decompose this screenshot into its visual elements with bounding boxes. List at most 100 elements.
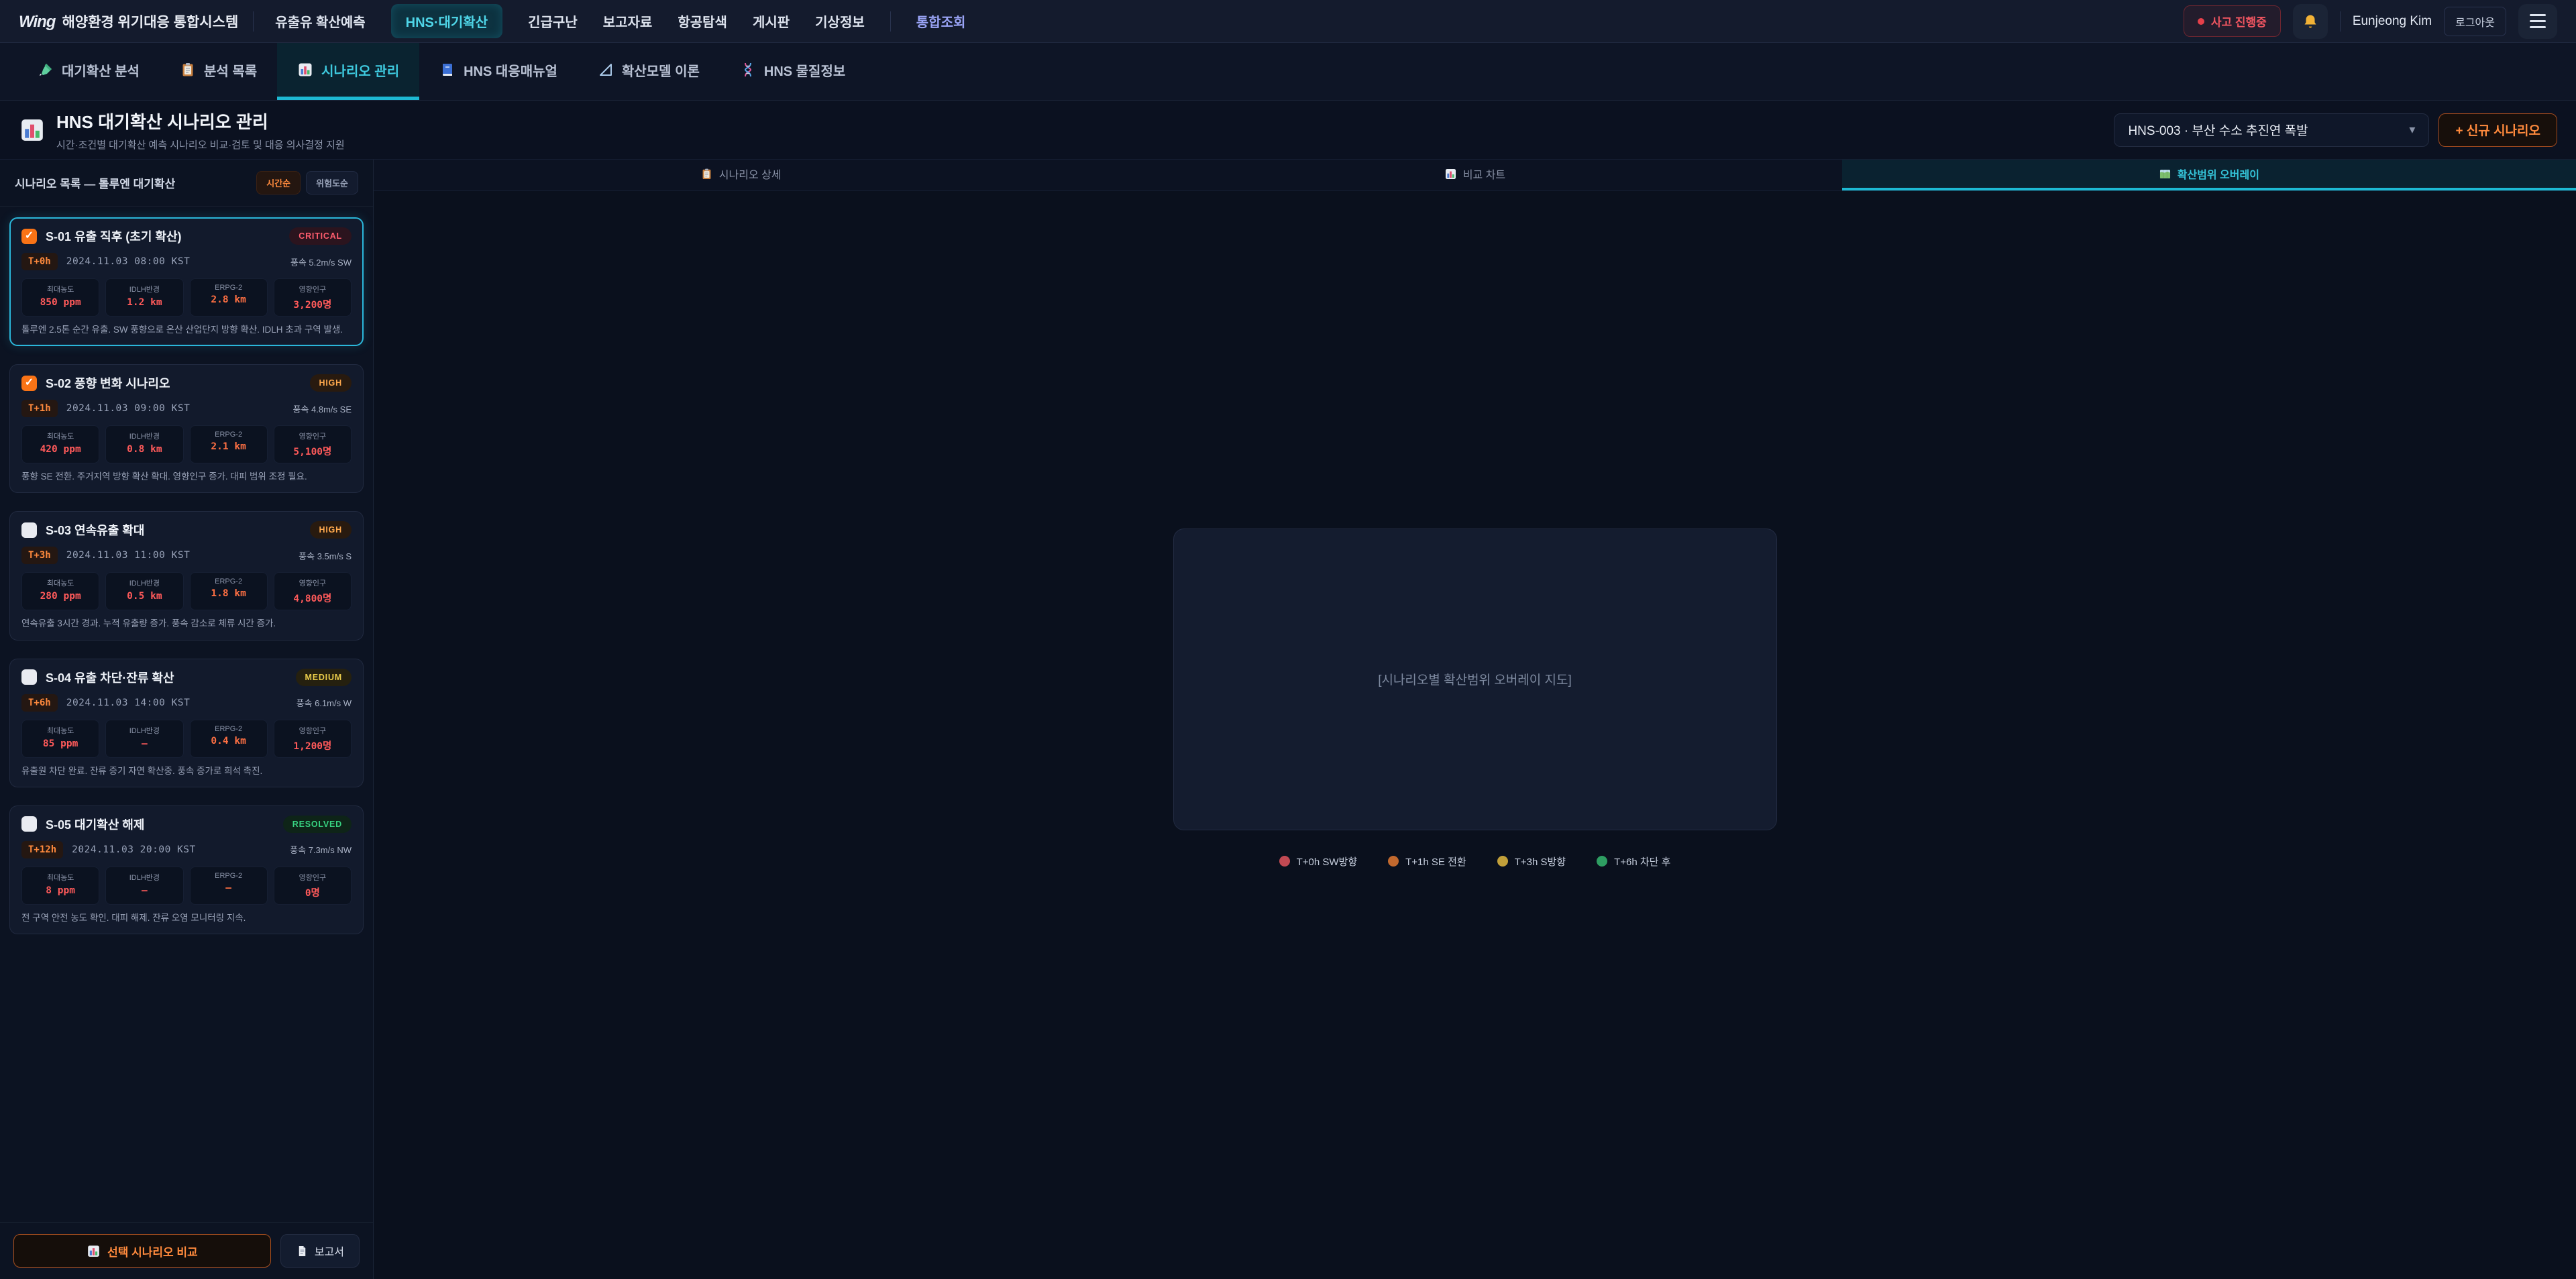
legend-dot [1279, 856, 1290, 867]
nav-item-weather[interactable]: 기상정보 [815, 11, 865, 31]
book-icon [439, 62, 455, 78]
stat-affected-population: 영향인구3,200명 [274, 278, 352, 317]
notifications-button[interactable] [2293, 4, 2328, 39]
hamburger-menu-button[interactable] [2518, 4, 2557, 39]
logo-nav-divider [253, 11, 254, 32]
scenario-title: S-01 유출 직후 (초기 확산) [46, 227, 182, 245]
legend-item-t0: T+0h SW방향 [1279, 854, 1358, 869]
stat-idlh-radius: IDLH반경0.5 km [105, 572, 183, 610]
new-scenario-button[interactable]: + 신규 시나리오 [2438, 113, 2557, 147]
clipboard-icon [180, 62, 196, 78]
page-header-actions: HNS-003 · 부산 수소 추진연 폭발 ▾ + 신규 시나리오 [2114, 113, 2557, 147]
dna-icon [740, 62, 756, 78]
wind-info: 풍속 7.3m/s NW [290, 843, 352, 856]
stat-idlh-radius: IDLH반경— [105, 867, 183, 905]
sidebar-header: 시나리오 목록 — 톨루엔 대기확산 시간순 위험도순 [0, 160, 373, 207]
stat-max-concentration: 최대농도85 ppm [21, 720, 99, 758]
nav-item-oil-spill[interactable]: 유출유 확산예측 [275, 11, 365, 31]
scenario-title: S-03 연속유출 확대 [46, 521, 144, 539]
scenario-description: 톨루엔 2.5톤 순간 유출. SW 풍향으로 온산 산업단지 방향 확산. I… [21, 324, 352, 336]
scenario-description: 유출원 차단 완료. 잔류 증기 자연 확산중. 풍속 증가로 희석 촉진. [21, 765, 352, 777]
time-offset-chip: T+12h [21, 841, 63, 858]
legend-label: T+6h 차단 후 [1614, 854, 1670, 869]
check-icon: ✓ [25, 378, 34, 388]
scenario-card-s04[interactable]: ✓ S-04 유출 차단·잔류 확산 MEDIUM T+6h 2024.11.0… [9, 659, 364, 787]
logout-button[interactable]: 로그아웃 [2444, 7, 2506, 36]
stat-erpg2: ERPG-22.1 km [190, 425, 268, 463]
incident-in-progress-badge[interactable]: 사고 진행중 [2184, 5, 2281, 37]
scenario-card-list: ✓ S-01 유출 직후 (초기 확산) CRITICAL T+0h 2024.… [0, 207, 373, 1222]
overlay-view: [시나리오별 확산범위 오버레이 지도] T+0h SW방향 T+1h SE 전… [374, 191, 2576, 1279]
bar-chart-icon [87, 1244, 101, 1258]
stat-idlh-radius: IDLH반경1.2 km [105, 278, 183, 317]
compare-button-label: 선택 시나리오 비교 [107, 1243, 198, 1260]
primary-nav: 유출유 확산예측 HNS·대기확산 긴급구난 보고자료 항공탐색 게시판 기상정… [275, 4, 965, 38]
dispersion-overlay-map[interactable]: [시나리오별 확산범위 오버레이 지도] [1173, 529, 1777, 830]
stat-affected-population: 영향인구4,800명 [274, 572, 352, 610]
scenario-checkbox[interactable]: ✓ [21, 669, 37, 685]
tab-label: 비교 차트 [1463, 166, 1505, 182]
scenario-description: 풍향 SE 전환. 주거지역 방향 확산 확대. 영향인구 증가. 대피 범위 … [21, 471, 352, 483]
tab-analysis-list[interactable]: 분석 목록 [160, 43, 277, 100]
scenario-checkbox[interactable]: ✓ [21, 229, 37, 244]
stat-erpg2: ERPG-22.8 km [190, 278, 268, 317]
alert-badge-label: 사고 진행중 [2211, 13, 2267, 30]
chevron-down-icon: ▾ [2409, 123, 2415, 137]
bar-chart-icon [19, 117, 46, 144]
stat-max-concentration: 최대농도280 ppm [21, 572, 99, 610]
legend-dot [1388, 856, 1399, 867]
scenario-card-s05[interactable]: ✓ S-05 대기확산 해제 RESOLVED T+12h 2024.11.03… [9, 805, 364, 934]
nav-item-board[interactable]: 게시판 [753, 11, 790, 31]
tab-hns-response-manual[interactable]: HNS 대응매뉴얼 [419, 43, 578, 100]
nav-item-integrated-search[interactable]: 통합조회 [916, 11, 966, 31]
incident-select-dropdown[interactable]: HNS-003 · 부산 수소 추진연 폭발 ▾ [2114, 113, 2429, 147]
scenario-checkbox[interactable]: ✓ [21, 376, 37, 391]
tab-hns-substance-info[interactable]: HNS 물질정보 [720, 43, 865, 100]
scenario-checkbox[interactable]: ✓ [21, 816, 37, 832]
tab-dispersion-model-theory[interactable]: 확산모델 이론 [578, 43, 720, 100]
tab-label: 확산모델 이론 [622, 60, 700, 80]
legend-item-t1: T+1h SE 전환 [1388, 854, 1466, 869]
stat-affected-population: 영향인구0명 [274, 867, 352, 905]
page-title: HNS 대기확산 시나리오 관리 [56, 109, 345, 133]
incident-selected-value: HNS-003 · 부산 수소 추진연 폭발 [2128, 121, 2308, 139]
nav-item-aerial-search[interactable]: 항공탐색 [678, 11, 727, 31]
logo-wordmark: Wing [19, 13, 55, 32]
nav-item-emergency-rescue[interactable]: 긴급구난 [528, 11, 578, 31]
tab-label: 분석 목록 [204, 60, 257, 80]
stat-affected-population: 영향인구5,100명 [274, 425, 352, 463]
tab-dispersion-analysis[interactable]: 대기확산 분석 [17, 43, 160, 100]
stat-erpg2: ERPG-2— [190, 867, 268, 905]
stat-idlh-radius: IDLH반경0.8 km [105, 425, 183, 463]
scenario-card-s01[interactable]: ✓ S-01 유출 직후 (초기 확산) CRITICAL T+0h 2024.… [9, 217, 364, 346]
report-button[interactable]: 보고서 [280, 1234, 360, 1268]
topbar-right-cluster: 사고 진행중 Eunjeong Kim 로그아웃 [2184, 4, 2557, 39]
scenario-checkbox[interactable]: ✓ [21, 522, 37, 538]
tab-comparison-chart[interactable]: 비교 차트 [1108, 160, 1841, 190]
wind-info: 풍속 4.8m/s SE [293, 402, 352, 415]
page-subtitle: 시간·조건별 대기확산 예측 시나리오 비교·검토 및 대응 의사결정 지원 [56, 137, 345, 152]
scenario-datetime: 2024.11.03 08:00 KST [66, 256, 191, 267]
nav-item-hns-dispersion[interactable]: HNS·대기확산 [391, 4, 503, 38]
severity-badge: RESOLVED [283, 816, 352, 833]
stat-affected-population: 영향인구1,200명 [274, 720, 352, 758]
scenario-card-s03[interactable]: ✓ S-03 연속유출 확대 HIGH T+3h 2024.11.03 11:0… [9, 511, 364, 640]
sidebar-footer: 선택 시나리오 비교 보고서 [0, 1222, 373, 1279]
tab-label: 시나리오 관리 [321, 60, 399, 80]
nav-item-reports[interactable]: 보고자료 [603, 11, 653, 31]
scenario-list-title: 시나리오 목록 — 톨루엔 대기확산 [15, 174, 175, 191]
tab-dispersion-overlay[interactable]: 확산범위 오버레이 [1842, 160, 2576, 190]
tab-scenario-detail[interactable]: 시나리오 상세 [374, 160, 1108, 190]
legend-label: T+0h SW방향 [1297, 854, 1358, 869]
tab-scenario-management[interactable]: 시나리오 관리 [277, 43, 419, 100]
system-title: 해양환경 위기대응 통합시스템 [62, 11, 238, 32]
stat-max-concentration: 최대농도420 ppm [21, 425, 99, 463]
page-title-block: HNS 대기확산 시나리오 관리 시간·조건별 대기확산 예측 시나리오 비교·… [56, 109, 345, 152]
compare-scenarios-button[interactable]: 선택 시나리오 비교 [13, 1234, 271, 1268]
scenario-card-s02[interactable]: ✓ S-02 풍향 변화 시나리오 HIGH T+1h 2024.11.03 0… [9, 364, 364, 493]
sort-by-time-button[interactable]: 시간순 [256, 171, 301, 194]
page-header: HNS 대기확산 시나리오 관리 시간·조건별 대기확산 예측 시나리오 비교·… [0, 101, 2576, 160]
sort-by-risk-button[interactable]: 위험도순 [306, 171, 358, 194]
tab-label: 시나리오 상세 [719, 166, 782, 182]
user-name: Eunjeong Kim [2353, 14, 2432, 29]
